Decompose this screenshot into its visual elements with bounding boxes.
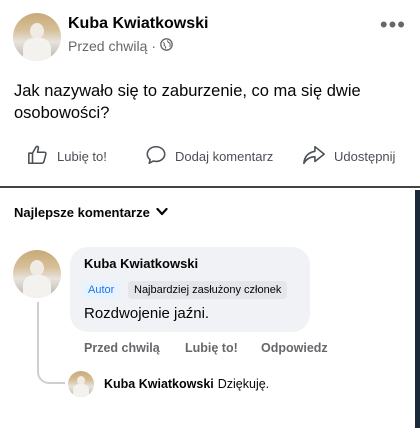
comment-author-avatar[interactable] (13, 250, 61, 298)
like-label: Lubię to! (57, 149, 107, 164)
avatar-body-shape (23, 38, 51, 61)
comment-text: Rozdwojenie jaźni. (84, 305, 210, 322)
comments-filter-dropdown[interactable]: Najlepsze komentarze (14, 205, 168, 220)
post-meta: Przed chwilą · (68, 38, 173, 54)
avatar-body-shape (23, 275, 51, 298)
share-label: Udostępnij (334, 149, 396, 164)
comment-like-button[interactable]: Lubię to! (185, 341, 238, 355)
post-author-name[interactable]: Kuba Kwiatkowski (68, 15, 208, 33)
reply-text: Dziękuję. (217, 377, 270, 391)
post-author-avatar[interactable] (13, 13, 61, 61)
comment-button[interactable]: Dodaj komentarz (145, 144, 273, 169)
globe-icon (160, 38, 173, 54)
comment-label: Dodaj komentarz (175, 149, 274, 164)
reply-author-avatar[interactable] (68, 371, 94, 397)
share-arrow-icon (302, 144, 326, 169)
comment-author-name[interactable]: Kuba Kwiatkowski (84, 256, 198, 271)
divider (0, 186, 420, 188)
post-time[interactable]: Przed chwilą (68, 38, 147, 54)
comments-filter-label: Najlepsze komentarze (14, 205, 150, 220)
meta-separator: · (151, 38, 157, 54)
thumbs-up-icon (27, 144, 49, 169)
comment-bubble: Kuba Kwiatkowski Autor Najbardziej zasłu… (70, 247, 310, 332)
comment-bubble-icon (145, 144, 167, 169)
thread-connector-line (37, 302, 65, 384)
chevron-down-icon (156, 205, 168, 220)
share-button[interactable]: Udostępnij (302, 144, 395, 169)
reply-item: Kuba Kwiatkowski Dziękuję. (104, 377, 269, 391)
comment-reply-button[interactable]: Odpowiedz (261, 341, 328, 355)
comment-time[interactable]: Przed chwilą (84, 341, 160, 355)
background-edge (415, 190, 420, 428)
avatar-head-shape (30, 23, 44, 39)
avatar-body-shape (73, 384, 89, 397)
avatar-head-shape (30, 260, 44, 276)
author-badge: Autor (82, 281, 121, 299)
like-button[interactable]: Lubię to! (27, 144, 107, 169)
reply-author-name[interactable]: Kuba Kwiatkowski (104, 377, 214, 391)
top-contributor-badge: Najbardziej zasłużony członek (128, 281, 288, 299)
post-text: Jak nazywało się to zaburzenie, co ma si… (14, 82, 361, 122)
more-options-button[interactable]: ••• (380, 12, 406, 38)
